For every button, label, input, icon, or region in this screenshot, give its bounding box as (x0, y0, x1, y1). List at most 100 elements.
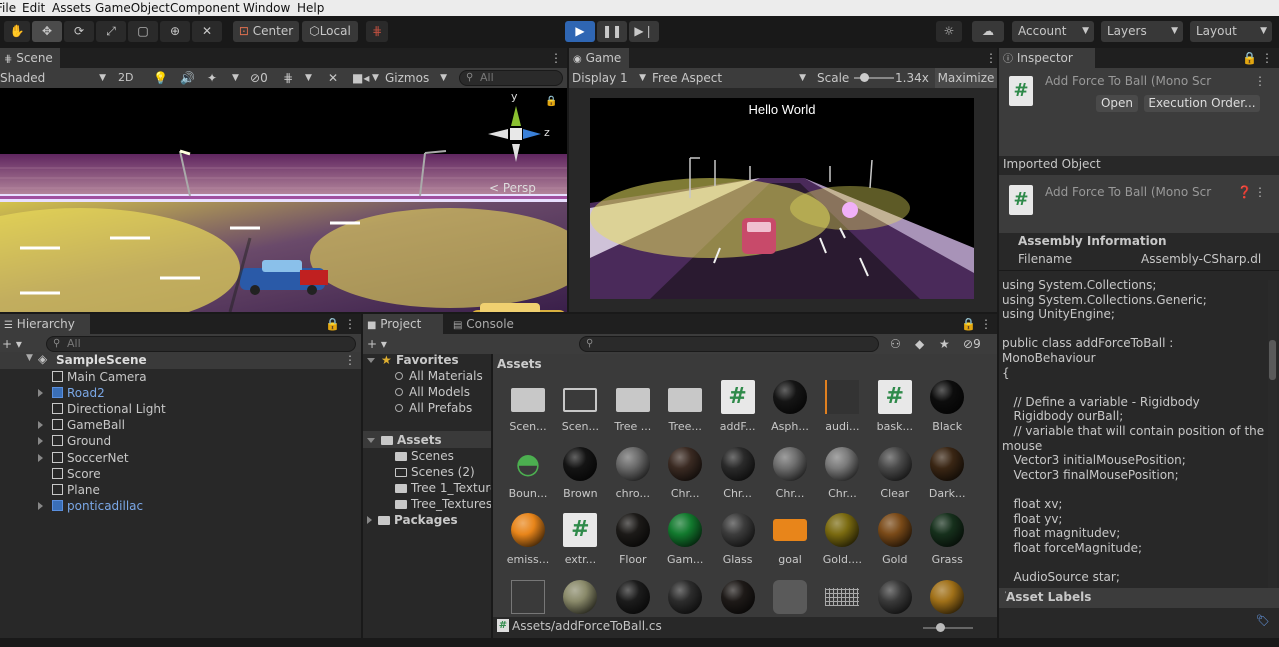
space-toggle-button[interactable]: ⬡Local (302, 21, 358, 42)
favorite-star-icon[interactable]: ★ (939, 334, 950, 354)
folder-row[interactable]: Tree_Textures (395, 496, 491, 512)
chevron-right-icon[interactable] (38, 501, 43, 510)
hierarchy-menu-icon[interactable]: ⋮ (344, 317, 356, 331)
2d-toggle[interactable]: 2D (118, 68, 142, 88)
asset-item[interactable]: Chr... (765, 446, 815, 509)
custom-tool-icon[interactable]: ✕ (192, 21, 222, 42)
gizmos-dropdown[interactable]: Gizmos ▼ (385, 68, 451, 88)
project-menu-icon[interactable]: ⋮ (980, 317, 992, 331)
help-icon[interactable]: ❓ (1237, 185, 1252, 199)
tab-console[interactable]: ▤ Console (449, 314, 529, 334)
asset-item[interactable]: Tree ... (608, 380, 658, 442)
menu-help[interactable]: Help (297, 0, 324, 16)
folder-row[interactable]: Scenes (395, 448, 454, 464)
effects-icon[interactable]: ✦ (207, 68, 217, 88)
shading-mode-dropdown[interactable]: Shaded ▼ (0, 68, 110, 88)
orientation-gizmo[interactable]: y z (486, 90, 551, 171)
grid-snap-icon[interactable]: ⋕ (366, 21, 388, 42)
transform-tool-icon[interactable]: ⊕ (160, 21, 190, 42)
filter-type-icon[interactable]: ⚇ (890, 334, 901, 354)
game-viewport[interactable]: Hello World (569, 88, 997, 312)
asset-item[interactable]: audi... (817, 380, 867, 442)
chevron-down-icon[interactable]: ▼ (232, 68, 239, 88)
chevron-down-icon[interactable]: ▼ (305, 68, 312, 88)
hierarchy-item[interactable]: Plane (38, 482, 100, 498)
menu-window[interactable]: Window (243, 0, 290, 16)
scene-viewport[interactable]: y z 🔒 < Persp (0, 88, 567, 312)
perspective-toggle[interactable]: < Persp (489, 181, 536, 195)
scrollbar-thumb[interactable] (1269, 340, 1276, 380)
menu-file[interactable]: File (0, 0, 16, 16)
imported-menu-icon[interactable]: ⋮ (1254, 185, 1266, 199)
asset-item[interactable]: Scen... (555, 380, 605, 442)
open-button[interactable]: Open (1096, 95, 1138, 112)
camera-icon[interactable]: ■◂ (352, 68, 369, 88)
chevron-down-icon[interactable]: ▼ (372, 68, 379, 88)
label-tag-icon[interactable]: 🏷 (1256, 614, 1270, 627)
hidden-packages-toggle[interactable]: ⊘9 (963, 334, 981, 354)
inspector-scrollbar[interactable] (1268, 280, 1277, 595)
chevron-right-icon[interactable] (38, 421, 43, 430)
asset-item[interactable]: emiss... (503, 513, 553, 575)
cloud-icon[interactable]: ☁ (972, 21, 1004, 42)
project-search-input[interactable]: ⚲ (579, 336, 879, 352)
asset-item[interactable]: Tree... (660, 380, 710, 442)
hierarchy-item[interactable]: ponticadillac (38, 498, 143, 514)
lock-icon[interactable]: 🔒 (1242, 51, 1257, 65)
tab-hierarchy[interactable]: ☰ Hierarchy (0, 314, 90, 334)
services-icon[interactable]: ☼ (936, 21, 962, 42)
move-tool-icon[interactable]: ✥ (32, 21, 62, 42)
component-menu-icon[interactable]: ⋮ (1254, 74, 1266, 88)
assets-root-label-row[interactable]: Assets (367, 432, 442, 448)
fav-all-prefabs[interactable]: All Prefabs (395, 400, 472, 416)
hierarchy-item[interactable]: Road2 (38, 385, 105, 401)
maximize-button[interactable]: Maximize (935, 68, 997, 88)
asset-item[interactable]: Black (922, 380, 972, 442)
asset-item[interactable]: Dark... (922, 446, 972, 509)
tab-project[interactable]: ■ Project (363, 314, 443, 334)
asset-item[interactable]: # addF... (708, 380, 767, 442)
asset-item[interactable]: # extr... (555, 513, 605, 575)
asset-item[interactable]: Glass (713, 513, 763, 575)
asset-item[interactable]: Chr... (713, 446, 763, 509)
scene-search-input[interactable]: ⚲ All (459, 70, 563, 86)
chevron-down-icon[interactable]: ▼ (26, 353, 33, 363)
lock-icon[interactable]: 🔒 (545, 96, 557, 107)
thumbnail-size-handle[interactable] (936, 623, 945, 632)
hidden-objects-toggle[interactable]: ⊘0 (250, 68, 268, 88)
pause-button[interactable]: ❚❚ (597, 21, 627, 42)
asset-item[interactable]: Grass (922, 513, 972, 575)
menu-assets[interactable]: Assets (52, 0, 91, 16)
asset-item[interactable] (608, 579, 658, 618)
fav-all-materials[interactable]: All Materials (395, 368, 483, 384)
tab-inspector[interactable]: ⓘ Inspector (999, 48, 1095, 68)
scale-slider-handle[interactable] (860, 73, 869, 82)
tab-game[interactable]: ◉ Game (569, 48, 629, 68)
asset-item[interactable]: chro... (608, 446, 658, 509)
scale-tool-icon[interactable]: ⤢ (96, 21, 126, 42)
pivot-toggle-button[interactable]: ⊡ Center (233, 21, 299, 42)
layout-dropdown[interactable]: Layout ▼ (1190, 21, 1272, 42)
execution-order-button[interactable]: Execution Order... (1144, 95, 1260, 112)
fav-all-models[interactable]: All Models (395, 384, 470, 400)
asset-item[interactable] (713, 579, 763, 618)
display-dropdown[interactable]: Display 1 ▼ (572, 68, 648, 88)
account-dropdown[interactable]: Account ▼ (1012, 21, 1094, 42)
menu-edit[interactable]: Edit (22, 0, 45, 16)
hierarchy-item[interactable]: SoccerNet (38, 450, 129, 466)
hierarchy-item[interactable]: Main Camera (38, 369, 147, 385)
asset-item[interactable]: Gold.... (817, 513, 867, 575)
packages-row[interactable]: Packages (367, 512, 458, 528)
filter-label-icon[interactable]: ◆ (915, 334, 924, 354)
hand-tool-icon[interactable]: ✋ (4, 21, 30, 42)
asset-item[interactable] (503, 579, 553, 618)
tools-icon[interactable]: ✕ (328, 68, 338, 88)
menu-component[interactable]: Component (170, 0, 240, 16)
hierarchy-item[interactable]: GameBall (38, 417, 125, 433)
aspect-dropdown[interactable]: Free Aspect ▼ (652, 68, 808, 88)
asset-item[interactable] (660, 579, 710, 618)
lock-icon[interactable]: 🔒 (961, 317, 976, 331)
step-button[interactable]: ▶❘ (629, 21, 659, 42)
asset-item[interactable]: Asph... (765, 380, 815, 442)
create-asset-button[interactable]: + ▾ (367, 334, 387, 354)
